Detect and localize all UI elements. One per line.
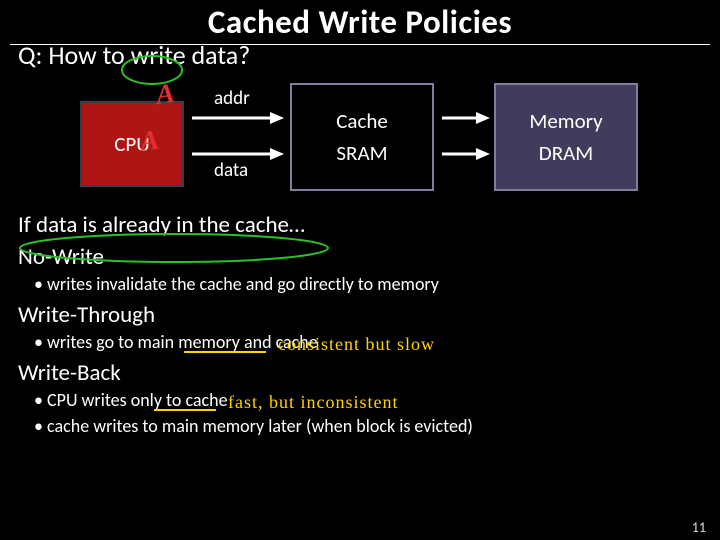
arrow-mem-1 (440, 111, 490, 125)
question-line: Q: How to write data? (0, 39, 720, 75)
page-number: 11 (692, 519, 706, 536)
cache-block: Cache SRAM (290, 83, 434, 191)
cache-sub: SRAM (336, 140, 387, 166)
memory-title: Memory (529, 108, 602, 134)
cache-title: Cache (336, 108, 388, 134)
block-diagram: CPU addr data Cache SRAM Memory DRAM AA (0, 75, 720, 207)
cpu-block: CPU (80, 101, 184, 187)
writethrough-bullet: writes go to main memory and cache (0, 329, 720, 355)
policy-writethrough: Write-Through (0, 297, 720, 329)
policy-writeback: Write-Back (0, 355, 720, 387)
writeback-bullet-2: cache writes to main memory later (when … (0, 413, 720, 439)
nowrite-bullet: writes invalidate the cache and go direc… (0, 271, 720, 297)
condition-line: If data is already in the cache… (0, 207, 720, 239)
slide-title: Cached Write Policies (0, 0, 720, 42)
arrow-addr (190, 111, 286, 125)
arrow-data (190, 147, 286, 161)
arrow-mem-2 (440, 147, 490, 161)
writeback-bullet-1: CPU writes only to cache (0, 387, 720, 413)
data-label: data (214, 159, 248, 182)
addr-label: addr (214, 87, 250, 110)
policy-nowrite: No-Write (0, 239, 720, 271)
memory-sub: DRAM (539, 140, 593, 166)
cpu-label: CPU (114, 131, 150, 157)
memory-block: Memory DRAM (494, 83, 638, 191)
